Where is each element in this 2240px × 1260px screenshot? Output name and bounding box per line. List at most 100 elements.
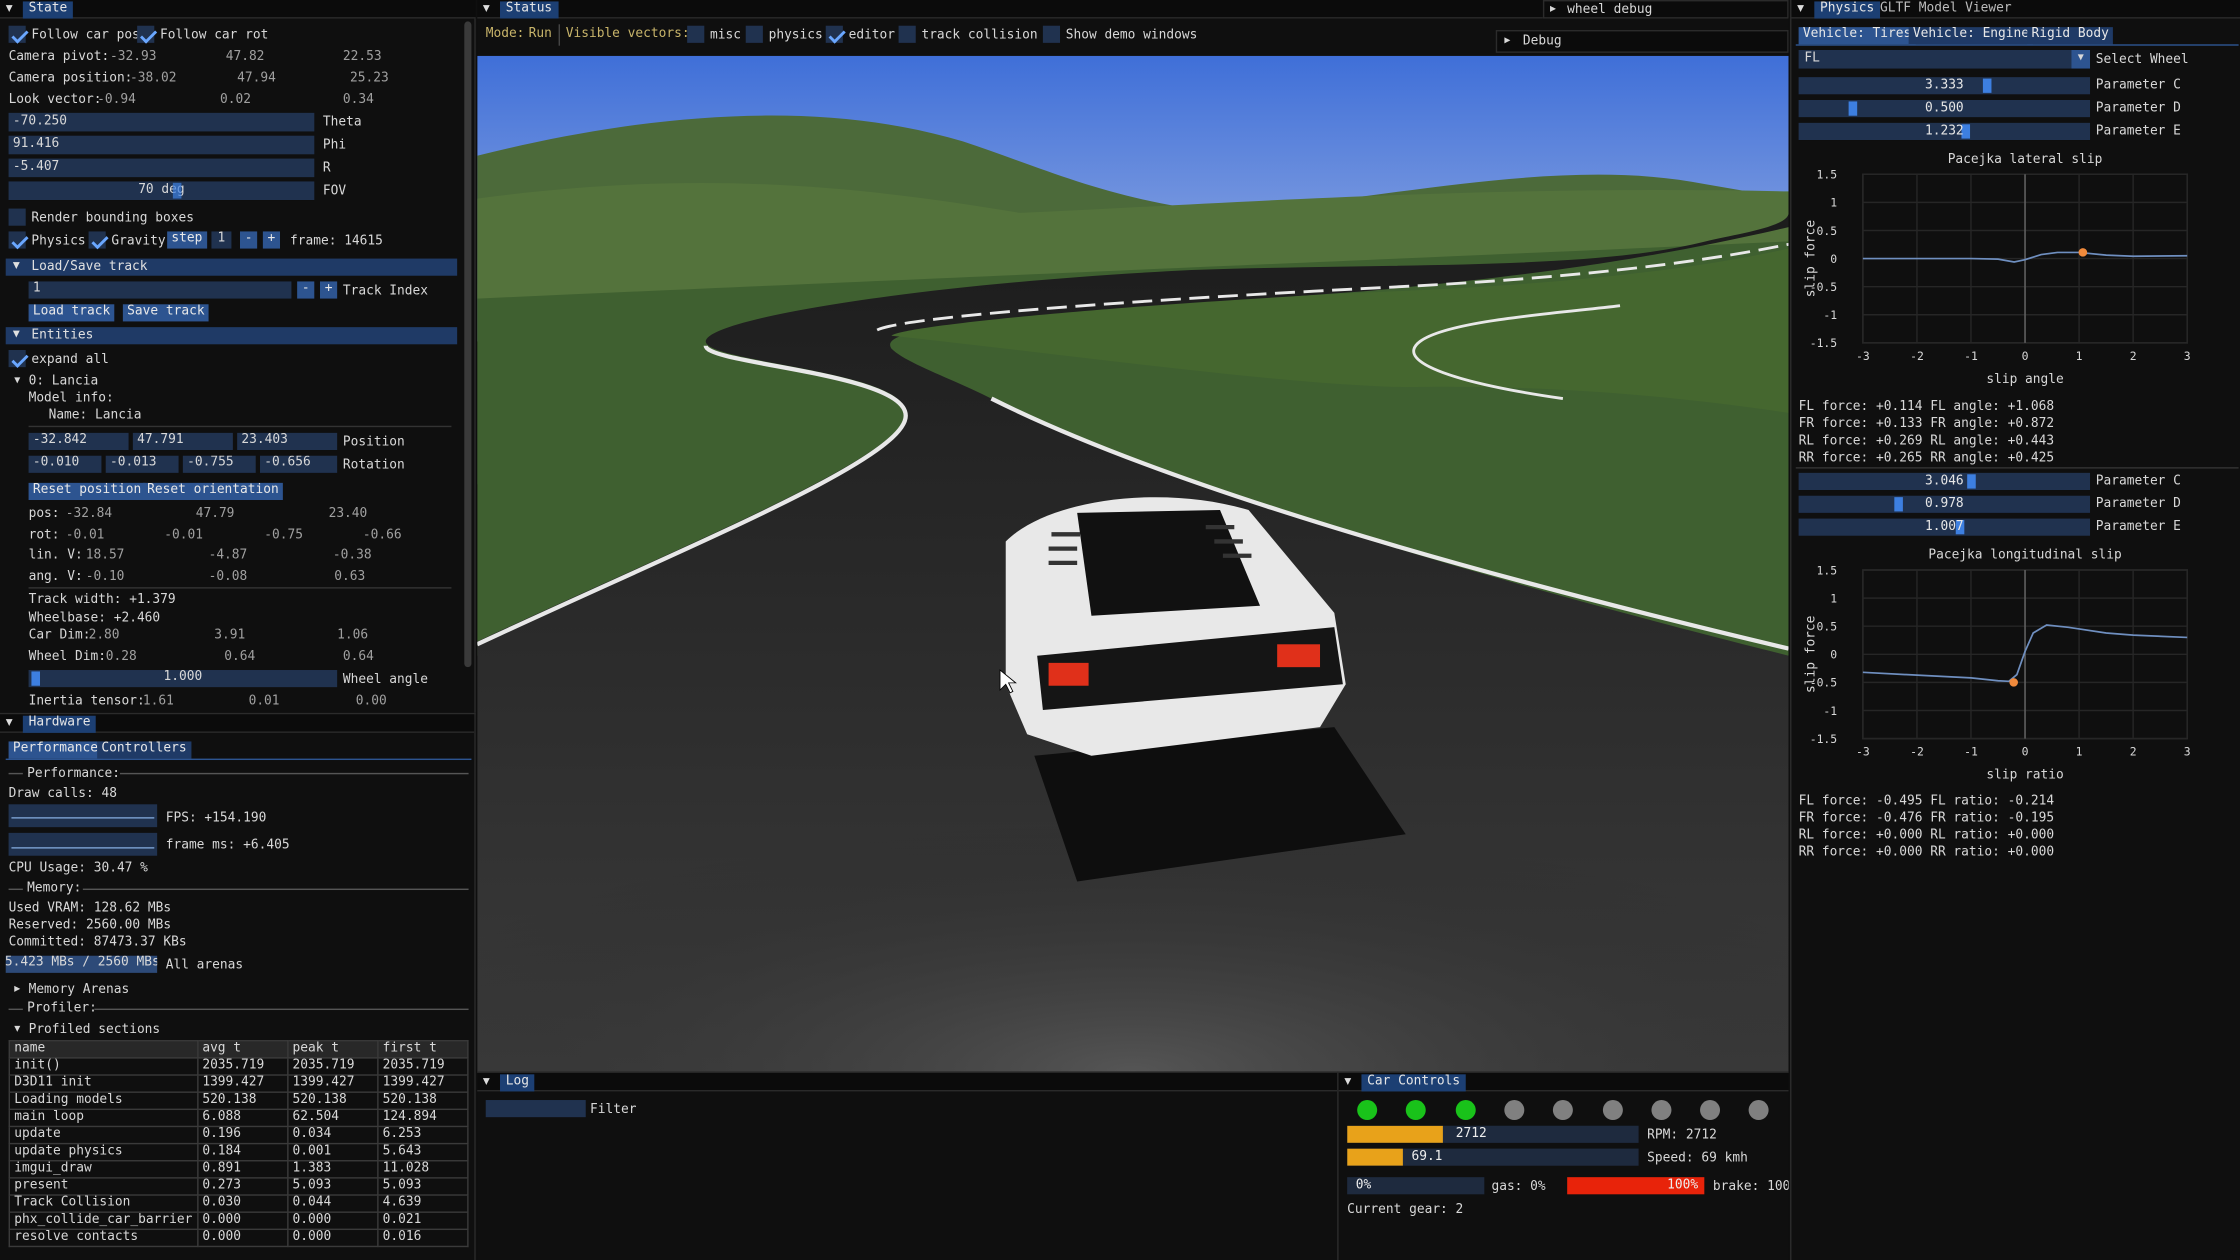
physics-checkbox[interactable] (8, 231, 26, 249)
tab-performance[interactable]: Performance (8, 741, 103, 759)
r-label: R (322, 161, 331, 176)
subtab-rigid-body[interactable]: Rigid Body (2027, 27, 2114, 45)
phi-field[interactable]: 91.416 (8, 135, 315, 155)
position-z-field[interactable]: 23.403 (237, 432, 338, 451)
table-header-cell: peak t (286, 1040, 379, 1059)
collapse-arrow-icon[interactable]: ▼ (6, 716, 13, 728)
wheel-debug-window[interactable]: ▶ wheel debug (1542, 0, 1789, 19)
log-filter-input[interactable] (485, 1100, 586, 1118)
lat_params-slider-2[interactable]: 0.500 (1798, 100, 2091, 118)
fov-slider[interactable]: 70 deg (8, 181, 315, 201)
table-cell: 0.000 (286, 1211, 379, 1231)
all-arenas-label: All arenas (165, 958, 244, 973)
reset-orientation-button[interactable]: Reset orientation (142, 482, 284, 501)
position-y-field[interactable]: 47.791 (132, 432, 233, 451)
status-tab[interactable]: Status (500, 1, 558, 19)
y-tick-label: -1 (1823, 308, 1837, 322)
demo-windows-checkbox[interactable] (1042, 25, 1061, 43)
rotation-w-field[interactable]: -0.656 (260, 455, 338, 473)
collapse-arrow-icon[interactable]: ▼ (6, 2, 13, 14)
track-index-plus[interactable]: + (320, 281, 338, 299)
entities-header[interactable]: ▼ Entities (5, 327, 458, 345)
state-scrollbar[interactable] (464, 21, 472, 668)
r-field[interactable]: -5.407 (8, 158, 315, 178)
physics-tab[interactable]: Physics (1814, 1, 1880, 19)
expand-all-checkbox[interactable] (8, 350, 26, 368)
lon_params-slider-2[interactable]: 0.978 (1798, 495, 2091, 513)
select-wheel-dropdown[interactable]: FL ▼ (1798, 50, 2091, 69)
track-collision-checkbox[interactable] (898, 25, 916, 43)
step-count-field[interactable]: 1 (211, 231, 232, 249)
collapse-arrow-icon[interactable]: ▼ (1344, 1075, 1351, 1087)
demo-windows-label: Show demo windows (1065, 28, 1198, 43)
y-tick-label: -1 (1823, 704, 1837, 718)
car-controls-tab[interactable]: Car Controls (1361, 1074, 1466, 1092)
expand-all-label: expand all (31, 352, 109, 368)
lon_params-slider-1[interactable]: 3.046 (1798, 472, 2091, 491)
debug-window[interactable]: ▶ Debug (1495, 30, 1789, 53)
memory-arenas-node[interactable]: Memory Arenas (29, 984, 130, 997)
lat_params-slider-3[interactable]: 1.232 (1798, 122, 2091, 141)
car-controls-window: ▼ Car Controls 2712 RPM: 2712 69.1 Speed… (1337, 1071, 1789, 1260)
table-cell: 0.021 (376, 1211, 469, 1231)
rotation-z-field[interactable]: -0.755 (182, 455, 256, 473)
render-bboxes-checkbox[interactable] (8, 208, 26, 226)
entity-tree-arrow-icon[interactable]: ▼ (14, 375, 20, 386)
state-tab-inner[interactable]: State (22, 1, 73, 19)
follow-car-pos-checkbox[interactable] (8, 25, 26, 43)
step-minus-button[interactable]: - (240, 231, 258, 249)
tree-arrow-icon[interactable]: ▶ (14, 984, 20, 994)
step-button[interactable]: step (167, 231, 207, 249)
gas-bar-value: 0% (1355, 1178, 1372, 1193)
expand-arrow-icon[interactable]: ▶ (1504, 35, 1510, 46)
hardware-titlebar[interactable]: ▼ Hardware (0, 714, 475, 733)
log-tab[interactable]: Log (500, 1074, 535, 1092)
step-plus-button[interactable]: + (262, 231, 281, 249)
editor-checkbox[interactable] (825, 25, 843, 43)
rotation-y-field[interactable]: -0.013 (105, 455, 179, 473)
ang-v-z: 0.63 (334, 570, 366, 585)
lat_params-slider-1[interactable]: 3.333 (1798, 77, 2091, 95)
load-save-header[interactable]: ▼ Load/Save track (5, 258, 458, 276)
position-x-field[interactable]: -32.842 (28, 432, 129, 451)
wheel-angle-grab[interactable] (31, 671, 41, 686)
physics-vectors-checkbox[interactable] (745, 25, 763, 43)
reset-position-button[interactable]: Reset position (28, 482, 146, 501)
theta-field[interactable]: -70.250 (8, 112, 315, 132)
collapse-arrow-icon[interactable]: ▼ (483, 1075, 490, 1087)
entity-node-lancia[interactable]: 0: Lancia (29, 375, 99, 389)
wheel-angle-slider[interactable]: 1.000 (28, 670, 338, 688)
subtab-tires[interactable]: Vehicle: Tires (1798, 27, 1916, 45)
physics-titlebar[interactable]: ▼ Physics GLTF Model Viewer (1791, 0, 2240, 19)
follow-car-rot-checkbox[interactable] (137, 25, 155, 43)
hardware-tab[interactable]: Hardware (22, 715, 97, 733)
model-info-label: Model info: (28, 391, 114, 406)
table-row: Loading models 520.138 520.138 520.138 (8, 1091, 469, 1111)
phi-value: 91.416 (12, 137, 60, 152)
log-titlebar[interactable]: ▼ Log (477, 1072, 1338, 1092)
tree-arrow-icon[interactable]: ▼ (14, 1024, 20, 1034)
track-index-field[interactable]: 1 (28, 281, 292, 299)
car-dim-y: 3.91 (214, 628, 246, 643)
track-index-minus[interactable]: - (297, 281, 315, 299)
collapse-arrow-icon[interactable]: ▼ (483, 2, 490, 14)
subtab-engine[interactable]: Vehicle: Engine (1908, 27, 2034, 45)
rotation-x-field[interactable]: -0.010 (28, 455, 102, 473)
profiled-sections-node[interactable]: Profiled sections (29, 1024, 161, 1037)
gltf-viewer-tab[interactable]: GLTF Model Viewer (1874, 1, 2017, 18)
state-titlebar-inner[interactable]: ▼ State (0, 0, 476, 19)
expand-arrow-icon[interactable]: ▶ (1550, 4, 1556, 14)
fov-slider-grab[interactable] (172, 182, 182, 199)
gravity-checkbox[interactable] (88, 231, 106, 249)
collapse-arrow-icon[interactable]: ▼ (1797, 2, 1804, 14)
tab-controllers[interactable]: Controllers (97, 741, 191, 759)
misc-checkbox[interactable] (687, 25, 705, 43)
save-track-button[interactable]: Save track (122, 304, 209, 322)
load-track-button[interactable]: Load track (28, 304, 115, 322)
render-bboxes-label: Render bounding boxes (31, 211, 194, 226)
3d-viewport[interactable] (477, 55, 1789, 1072)
car-controls-titlebar[interactable]: ▼ Car Controls (1338, 1072, 1789, 1092)
table-cell: 6.253 (376, 1125, 469, 1145)
lon_params-slider-3[interactable]: 1.007 (1798, 518, 2091, 536)
table-cell: imgui_draw (8, 1160, 199, 1179)
